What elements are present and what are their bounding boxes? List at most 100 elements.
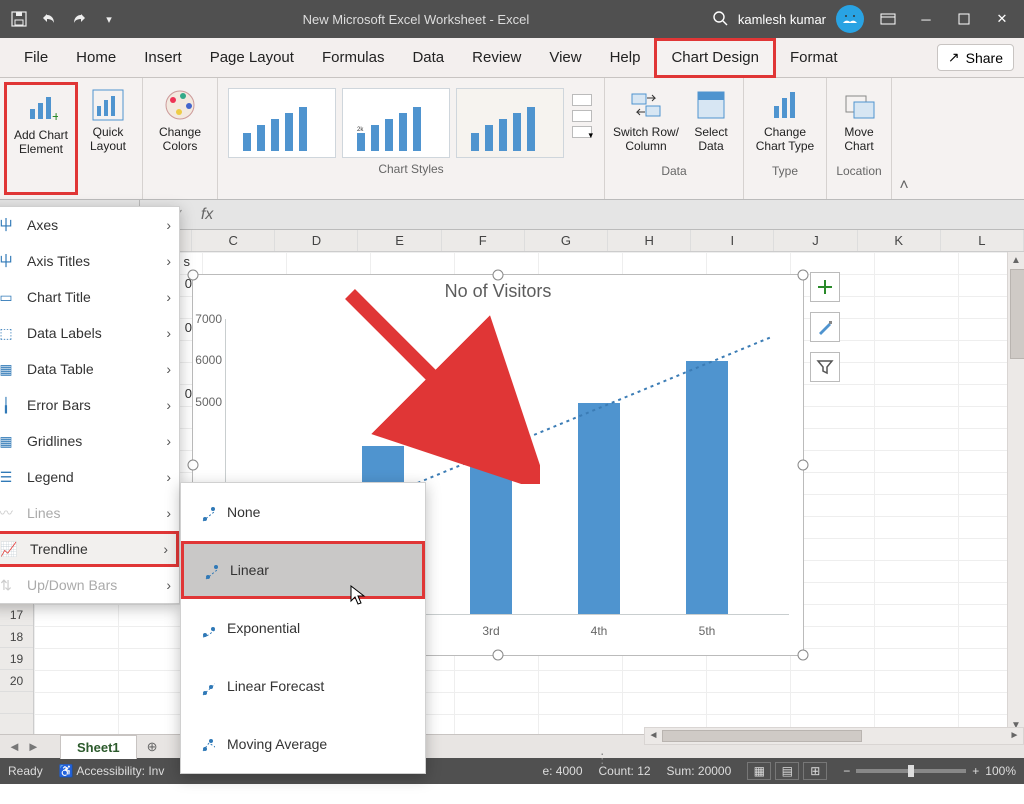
close-icon[interactable]: ✕ (988, 5, 1016, 33)
row-17[interactable]: 17 (0, 604, 33, 626)
zoom-out-icon[interactable]: − (843, 764, 850, 778)
tab-view[interactable]: View (535, 38, 595, 78)
collapse-ribbon-icon[interactable]: ˄ (892, 78, 916, 199)
minimize-icon[interactable]: ─ (912, 5, 940, 33)
scroll-up-icon[interactable]: ▲ (1008, 252, 1024, 269)
user-avatar[interactable] (836, 5, 864, 33)
tab-chart-design[interactable]: Chart Design (654, 38, 776, 78)
chart-handle-se[interactable] (798, 650, 809, 661)
redo-icon[interactable] (68, 8, 90, 30)
trendline-exponential[interactable]: Exponential (181, 599, 425, 657)
select-data-button[interactable]: Select Data (683, 82, 739, 160)
chevron-right-icon: › (166, 325, 171, 341)
chart-style-3[interactable] (456, 88, 564, 158)
share-button[interactable]: ↗Share (937, 44, 1014, 71)
change-colors-button[interactable]: Change Colors (147, 82, 213, 160)
chart-styles-more[interactable]: ▾ (570, 88, 594, 158)
sheet-nav-prev-icon[interactable]: ◄ (8, 739, 21, 754)
tab-insert[interactable]: Insert (130, 38, 196, 78)
scroll-left-icon[interactable]: ◄ (645, 728, 662, 744)
chart-title[interactable]: No of Visitors (193, 281, 803, 302)
quick-layout-button[interactable]: Quick Layout (78, 82, 138, 195)
menu-error-bars[interactable]: ╽Error Bars› (0, 387, 179, 423)
col-D[interactable]: D (275, 230, 358, 251)
tab-page-layout[interactable]: Page Layout (196, 38, 308, 78)
menu-data-labels[interactable]: ⬚Data Labels› (0, 315, 179, 351)
chart-style-1[interactable] (228, 88, 336, 158)
scroll-right-icon[interactable]: ► (1006, 728, 1023, 744)
tab-format[interactable]: Format (776, 38, 852, 78)
chart-elements-button[interactable] (810, 272, 840, 302)
vertical-scrollbar[interactable]: ▲ ▼ (1007, 252, 1024, 734)
trendline-none[interactable]: None (181, 483, 425, 541)
col-L[interactable]: L (941, 230, 1024, 251)
accessibility-status[interactable]: ♿ Accessibility: Inv (59, 764, 165, 778)
menu-trendline[interactable]: 📈Trendline› (0, 531, 179, 567)
col-F[interactable]: F (442, 230, 525, 251)
zoom-control[interactable]: − + 100% (843, 764, 1016, 778)
chart-style-2[interactable]: 2k (342, 88, 450, 158)
chart-handle-e[interactable] (798, 460, 809, 471)
chart-styles-gallery[interactable]: 2k ▾ (222, 82, 600, 158)
tab-formulas[interactable]: Formulas (308, 38, 399, 78)
fx-icon[interactable]: fx (193, 206, 209, 224)
sheet-nav-next-icon[interactable]: ► (27, 739, 40, 754)
tab-review[interactable]: Review (458, 38, 535, 78)
change-chart-type-button[interactable]: Change Chart Type (748, 82, 822, 160)
tab-help[interactable]: Help (596, 38, 655, 78)
menu-axes[interactable]: ⼬Axes› (0, 207, 179, 243)
xlabel-4th: 4th (569, 624, 629, 638)
sheet-tab-sheet1[interactable]: Sheet1 (60, 735, 137, 759)
chart-handle-w[interactable] (188, 460, 199, 471)
new-sheet-button[interactable]: ⊕ (137, 739, 168, 755)
menu-legend[interactable]: ☰Legend› (0, 459, 179, 495)
change-chart-type-icon (768, 88, 802, 122)
vscroll-thumb[interactable] (1010, 269, 1024, 359)
chart-filter-button[interactable] (810, 352, 840, 382)
add-chart-element-button[interactable]: + Add Chart Element (4, 82, 78, 195)
horizontal-scrollbar[interactable]: ◄ ► (644, 727, 1024, 745)
chart-styles-button[interactable] (810, 312, 840, 342)
trendline-linear-forecast[interactable]: Linear Forecast (181, 657, 425, 715)
col-I[interactable]: I (691, 230, 774, 251)
row-20[interactable]: 20 (0, 670, 33, 692)
tab-home[interactable]: Home (62, 38, 130, 78)
chart-handle-n[interactable] (493, 270, 504, 281)
menu-gridlines[interactable]: ▦Gridlines› (0, 423, 179, 459)
menu-axis-titles[interactable]: ⼬Axis Titles› (0, 243, 179, 279)
zoom-level[interactable]: 100% (985, 764, 1016, 778)
col-H[interactable]: H (608, 230, 691, 251)
ribbon-display-icon[interactable] (874, 5, 902, 33)
menu-data-table[interactable]: ▦Data Table› (0, 351, 179, 387)
save-icon[interactable] (8, 8, 30, 30)
qat-dropdown-icon[interactable]: ▾ (98, 8, 120, 30)
trendline-moving-average[interactable]: Moving Average (181, 715, 425, 773)
view-page-break-button[interactable]: ⊞ (803, 762, 827, 780)
tab-data[interactable]: Data (398, 38, 458, 78)
row-18[interactable]: 18 (0, 626, 33, 648)
hscroll-thumb[interactable] (662, 730, 862, 742)
maximize-icon[interactable] (950, 5, 978, 33)
search-icon[interactable] (712, 10, 728, 29)
user-name[interactable]: kamlesh kumar (738, 12, 826, 27)
col-C[interactable]: C (192, 230, 275, 251)
row-19[interactable]: 19 (0, 648, 33, 670)
tab-file[interactable]: File (10, 38, 62, 78)
chart-handle-ne[interactable] (798, 270, 809, 281)
undo-icon[interactable] (38, 8, 60, 30)
chart-handle-s[interactable] (493, 650, 504, 661)
col-E[interactable]: E (358, 230, 441, 251)
chart-handle-nw[interactable] (188, 270, 199, 281)
move-chart-button[interactable]: Move Chart (831, 82, 887, 160)
col-K[interactable]: K (858, 230, 941, 251)
col-J[interactable]: J (774, 230, 857, 251)
switch-row-column-button[interactable]: Switch Row/ Column (609, 82, 683, 160)
col-G[interactable]: G (525, 230, 608, 251)
zoom-in-icon[interactable]: + (972, 764, 979, 778)
view-normal-button[interactable]: ▦ (747, 762, 771, 780)
trendline-linear[interactable]: Linear (181, 541, 425, 599)
status-sum: Sum: 20000 (667, 764, 732, 778)
view-page-layout-button[interactable]: ▤ (775, 762, 799, 780)
menu-chart-title[interactable]: ▭Chart Title› (0, 279, 179, 315)
split-handle-icon[interactable]: ⋮ (596, 751, 611, 767)
